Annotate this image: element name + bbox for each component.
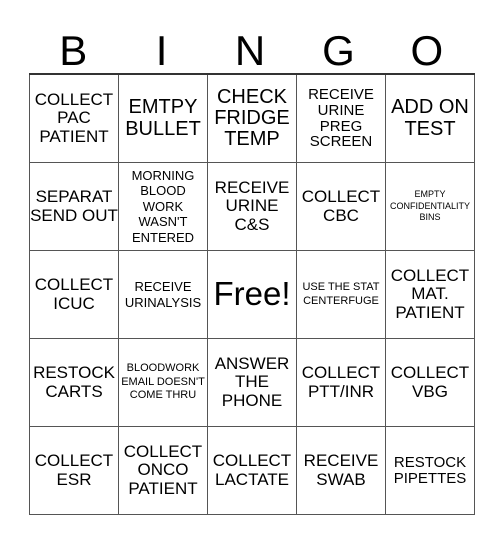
bingo-cell[interactable]: COLLECT PAC PATIENT xyxy=(29,73,119,163)
header-letter-b: B xyxy=(59,27,88,74)
bingo-row-5: COLLECT ESR COLLECT ONCO PATIENT COLLECT… xyxy=(29,426,475,515)
bingo-cell[interactable]: ANSWER THE PHONE xyxy=(207,338,297,427)
header-letter-g: G xyxy=(322,27,355,74)
bingo-cell[interactable]: EMPTY CONFIDENTIALITY BINS xyxy=(385,162,475,251)
bingo-cell[interactable]: COLLECT VBG xyxy=(385,338,475,427)
bingo-cell[interactable]: RECEIVE URINALYSIS xyxy=(118,250,208,339)
bingo-cell[interactable]: COLLECT ESR xyxy=(29,426,119,515)
header-letter-n: N xyxy=(234,27,266,74)
header-letter-o: O xyxy=(410,27,444,74)
bingo-header: B I N G O xyxy=(29,28,471,73)
bingo-cell[interactable]: MORNING BLOOD WORK WASN'T ENTERED xyxy=(118,162,208,251)
bingo-cell[interactable]: COLLECT MAT. PATIENT xyxy=(385,250,475,339)
bingo-cell[interactable]: USE THE STAT CENTERFUGE xyxy=(296,250,386,339)
bingo-row-2: SEPARAT SEND OUT MORNING BLOOD WORK WASN… xyxy=(29,162,475,251)
bingo-cell[interactable]: COLLECT LACTATE xyxy=(207,426,297,515)
bingo-cell[interactable]: CHECK FRIDGE TEMP xyxy=(207,73,297,163)
bingo-cell[interactable]: COLLECT ICUC xyxy=(29,250,119,339)
bingo-row-3: COLLECT ICUC RECEIVE URINALYSIS Free! US… xyxy=(29,250,475,339)
header-letter-i: I xyxy=(155,27,168,74)
bingo-row-4: RESTOCK CARTS BLOODWORK EMAIL DOESN'T CO… xyxy=(29,338,475,427)
bingo-cell[interactable]: COLLECT PTT/INR xyxy=(296,338,386,427)
bingo-cell[interactable]: COLLECT CBC xyxy=(296,162,386,251)
bingo-cell[interactable]: COLLECT ONCO PATIENT xyxy=(118,426,208,515)
bingo-cell[interactable]: RECEIVE SWAB xyxy=(296,426,386,515)
bingo-cell[interactable]: RECEIVE URINE C&S xyxy=(207,162,297,251)
bingo-row-1: COLLECT PAC PATIENT EMTPY BULLET CHECK F… xyxy=(29,73,475,163)
bingo-card: COLLECT PAC PATIENT EMTPY BULLET CHECK F… xyxy=(29,73,475,515)
bingo-cell[interactable]: BLOODWORK EMAIL DOESN'T COME THRU xyxy=(118,338,208,427)
bingo-cell[interactable]: RECEIVE URINE PREG SCREEN xyxy=(296,73,386,163)
bingo-cell[interactable]: ADD ON TEST xyxy=(385,73,475,163)
bingo-cell[interactable]: RESTOCK PIPETTES xyxy=(385,426,475,515)
free-space[interactable]: Free! xyxy=(207,250,297,339)
bingo-cell[interactable]: SEPARAT SEND OUT xyxy=(29,162,119,251)
bingo-cell[interactable]: EMTPY BULLET xyxy=(118,73,208,163)
bingo-cell[interactable]: RESTOCK CARTS xyxy=(29,338,119,427)
